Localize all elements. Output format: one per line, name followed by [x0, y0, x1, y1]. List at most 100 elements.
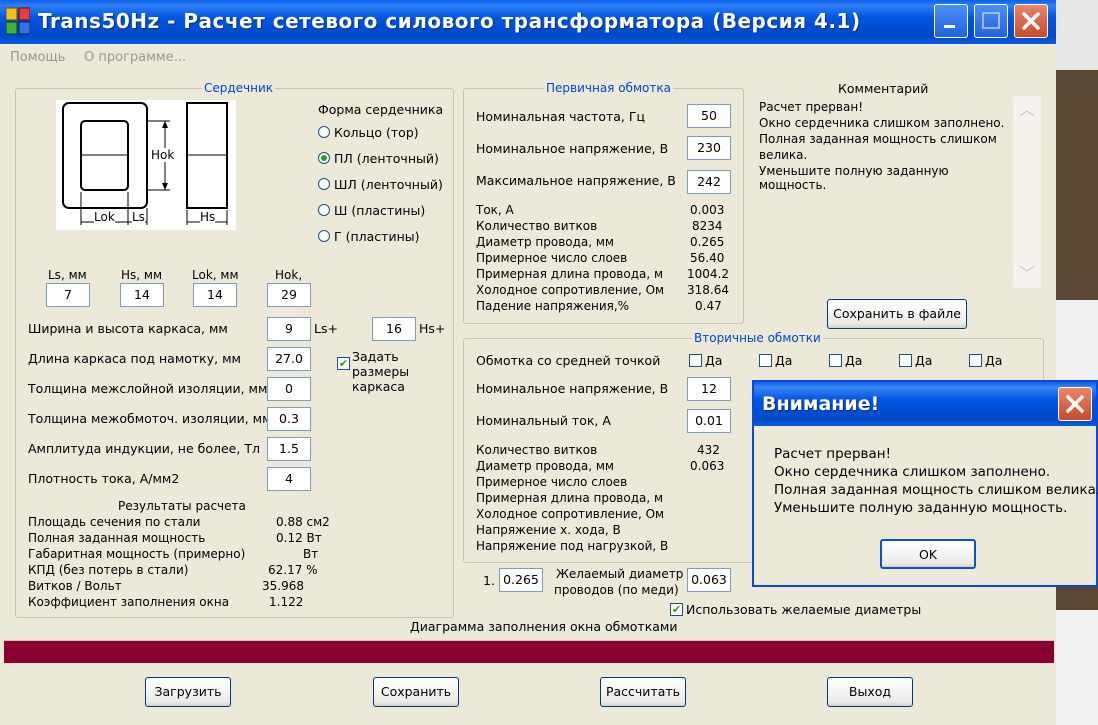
load-button[interactable]: Загрузить: [145, 677, 231, 707]
center-tap-checkbox-2[interactable]: [759, 354, 772, 367]
hs-dim-label: Hs, мм: [121, 268, 163, 282]
primary-result-value: 318.64: [687, 283, 729, 297]
secondary-result-label: Диаметр провода, мм: [476, 459, 614, 473]
minimize-button[interactable]: [934, 4, 968, 38]
dialog-ok-button[interactable]: OK: [880, 539, 976, 569]
save-to-file-button[interactable]: Сохранить в файле: [827, 299, 967, 329]
result-value: 0.88 см2: [276, 515, 330, 529]
scroll-down-icon[interactable]: ﹀: [1015, 262, 1039, 286]
menu-help[interactable]: Помощь: [10, 50, 65, 65]
primary-result-label: Количество витков: [476, 219, 598, 233]
ls-input[interactable]: 7: [46, 283, 90, 307]
primary-result-label: Ток, А: [476, 203, 514, 217]
exit-button[interactable]: Выход: [827, 677, 913, 707]
result-label: Полная заданная мощность: [28, 531, 206, 545]
center-tap-checkbox-5[interactable]: [969, 354, 982, 367]
secondary-current-label: Номинальный ток, А: [476, 413, 611, 428]
max-voltage-input[interactable]: 242: [687, 170, 731, 194]
frame-height-suffix: Hs+: [419, 321, 446, 336]
transformer-app-icon: [5, 6, 31, 36]
window-title: Trans50Hz - Расчет сетевого силового тра…: [38, 9, 861, 33]
set-frame-checkbox[interactable]: ✔: [337, 357, 350, 370]
shape-radio-sh[interactable]: [318, 204, 330, 216]
shape-shl-label: ШЛ (ленточный): [334, 177, 443, 192]
primary-voltage-label: Номинальное напряжение, В: [476, 141, 669, 156]
comment-line: Окно сердечника слишком заполнено.: [759, 116, 1005, 130]
result-value: Вт: [303, 547, 319, 561]
primary-result-label: Примерная длина провода, м: [476, 267, 664, 281]
dialog-title-bar[interactable]: Внимание!: [754, 382, 1096, 426]
secondary-current-input[interactable]: 0.01: [687, 409, 731, 433]
max-voltage-label: Максимальное напряжение, В: [476, 173, 676, 188]
primary-voltage-input[interactable]: 230: [687, 136, 731, 160]
comment-line: Расчет прерван!: [759, 100, 864, 114]
shape-radio-ring[interactable]: [318, 126, 330, 138]
use-desired-label: Использовать желаемые диаметры: [686, 602, 922, 617]
desired-diameter-index: 1.: [483, 573, 495, 588]
frequency-input[interactable]: 50: [687, 104, 731, 128]
primary-result-label: Падение напряжения,%: [476, 299, 630, 313]
primary-result-label: Диаметр провода, мм: [476, 235, 614, 249]
secondary-result-label: Напряжение под нагрузкой, В: [476, 539, 669, 553]
comment-textarea[interactable]: Расчет прерван! Окно сердечника слишком …: [755, 96, 1013, 288]
shape-ring-label: Кольцо (тор): [334, 125, 419, 140]
comment-scrollbar[interactable]: ︿ ﹀: [1013, 96, 1041, 288]
frame-height-input[interactable]: 16: [372, 317, 416, 341]
shape-radio-g[interactable]: [318, 230, 330, 242]
secondary-group-title: Вторичные обмотки: [692, 331, 823, 345]
center-tap-checkbox-1[interactable]: [689, 354, 702, 367]
primary-result-value: 0.003: [690, 203, 725, 217]
current-density-input[interactable]: 4: [267, 467, 311, 491]
close-icon: [1066, 395, 1084, 413]
menu-bar: Помощь О программе...: [0, 46, 1056, 70]
window-fill-diagram: [4, 640, 1054, 663]
save-button[interactable]: Сохранить: [373, 677, 459, 707]
hs-label: Hs: [200, 210, 216, 224]
core-diagram: Hok Lok Ls Hs: [56, 100, 236, 230]
close-button[interactable]: [1014, 4, 1048, 38]
shape-radio-shl[interactable]: [318, 178, 330, 190]
secondary-voltage-input[interactable]: 12: [687, 377, 731, 401]
primary-result-value: 8234: [692, 219, 723, 233]
center-tap-yes-label: Да: [985, 353, 1003, 368]
desired-primary-diameter-input[interactable]: 0.265: [499, 568, 543, 592]
result-value: 62.17 %: [268, 563, 318, 577]
result-value: 35.968: [262, 579, 304, 593]
center-tap-checkbox-4[interactable]: [899, 354, 912, 367]
maximize-button[interactable]: [974, 4, 1008, 38]
induction-input[interactable]: 1.5: [267, 437, 311, 461]
shape-sh-label: Ш (пластины): [334, 203, 426, 218]
dialog-close-button[interactable]: [1058, 387, 1092, 421]
winding-length-label: Длина каркаса под намотку, мм: [28, 351, 241, 366]
shape-g-label: Г (пластины): [334, 229, 420, 244]
desired-secondary-diameter-input[interactable]: 0.063: [687, 568, 731, 592]
close-icon: [1022, 12, 1040, 30]
interwinding-input[interactable]: 0.3: [267, 407, 311, 431]
winding-length-input[interactable]: 27.0: [267, 347, 311, 371]
primary-result-value: 0.265: [690, 235, 725, 249]
title-bar[interactable]: Trans50Hz - Расчет сетевого силового тра…: [0, 0, 1056, 44]
secondary-result-label: Примерное число слоев: [476, 475, 628, 489]
desktop-background: [1056, 0, 1098, 725]
menu-about[interactable]: О программе...: [84, 50, 186, 65]
warning-dialog: Внимание! Расчет прерван! Окно сердечник…: [752, 380, 1098, 587]
primary-result-value: 1004.2: [687, 267, 729, 281]
hs-input[interactable]: 14: [120, 283, 164, 307]
result-label: Площадь сечения по стали: [28, 515, 201, 529]
center-tap-checkbox-3[interactable]: [829, 354, 842, 367]
use-desired-checkbox[interactable]: ✔: [670, 603, 683, 616]
frame-width-input[interactable]: 9: [267, 317, 311, 341]
calculate-button[interactable]: Рассчитать: [600, 677, 686, 707]
dialog-message-line: Окно сердечника слишком заполнено.: [774, 464, 1051, 480]
hok-input[interactable]: 29: [267, 283, 311, 307]
secondary-result-label: Напряжение х. хода, В: [476, 523, 621, 537]
shape-pl-label: ПЛ (ленточный): [334, 151, 439, 166]
core-shape-title: Форма сердечника: [318, 102, 444, 117]
interlayer-label: Толщина межслойной изоляции, мм: [28, 381, 268, 396]
lok-input[interactable]: 14: [193, 283, 237, 307]
shape-radio-pl[interactable]: [318, 152, 330, 164]
scroll-up-icon[interactable]: ︿: [1015, 98, 1039, 122]
interlayer-input[interactable]: 0: [267, 377, 311, 401]
comment-title: Комментарий: [838, 81, 929, 96]
comment-line: велика.: [759, 148, 808, 162]
